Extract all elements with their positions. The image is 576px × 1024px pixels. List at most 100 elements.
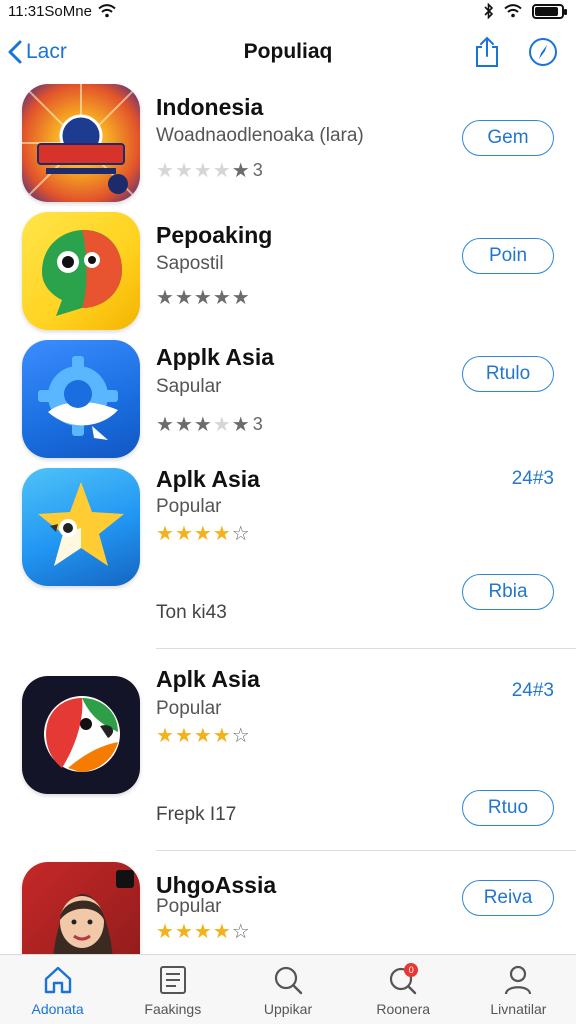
tab-messages[interactable]: 0 Roonera	[346, 955, 461, 1024]
rating: ★ ★ ★ ★ ★ 3	[156, 160, 263, 181]
star-icon: ★	[212, 287, 231, 309]
rating: ★ ★ ★ ★ ★ 3	[156, 414, 263, 435]
star-icon: ★	[174, 921, 193, 943]
divider	[156, 648, 576, 649]
list-item[interactable]: UhgoAssia Popular ★ ★ ★ ★ ☆ Reiva	[0, 862, 576, 954]
status-time: 11:31SoMne	[8, 2, 92, 20]
rating: ★ ★ ★ ★ ☆	[156, 726, 250, 746]
star-icon: ☆	[231, 725, 250, 747]
star-icon: ★	[193, 523, 212, 545]
app-subtitle: Popular	[156, 496, 222, 517]
star-icon: ★	[212, 413, 231, 436]
get-button[interactable]: Rtulo	[462, 356, 554, 392]
divider	[156, 850, 576, 851]
rating-count: 3	[252, 160, 263, 180]
back-button[interactable]: Lacr	[8, 40, 67, 64]
list-item[interactable]: Aplk Asia Popular ★ ★ ★ ★ ☆ 24#3 Frepk I17 R…	[0, 664, 576, 868]
star-icon: ★	[156, 287, 174, 309]
wifi-icon	[98, 4, 116, 18]
list-icon	[156, 963, 190, 997]
star-icon: ★	[212, 159, 231, 182]
chat-bird-icon[interactable]	[22, 212, 140, 330]
star-icon: ★	[193, 921, 212, 943]
star-icon: ★	[212, 523, 231, 545]
tab-label: Faakings	[144, 1001, 202, 1017]
rating-count: 3	[252, 414, 263, 434]
star-icon: ★	[174, 523, 193, 545]
portrait-icon[interactable]	[22, 862, 140, 954]
rating: ★ ★ ★ ★ ☆	[156, 524, 250, 544]
chat-search-icon: 0	[386, 963, 420, 997]
back-label: Lacr	[26, 40, 67, 63]
get-button[interactable]: Gem	[462, 120, 554, 156]
star-icon: ★	[231, 287, 250, 309]
battery-icon	[532, 3, 567, 19]
get-button[interactable]: Rbia	[462, 574, 554, 610]
tab-label: Adonata	[31, 1001, 84, 1017]
star-icon: ★	[193, 413, 212, 436]
star-icon: ★	[174, 287, 193, 309]
badge-burst-icon[interactable]	[22, 84, 140, 202]
tab-label: Roonera	[376, 1001, 431, 1017]
star-icon: ★	[174, 725, 193, 747]
star-icon: ★	[156, 159, 174, 182]
get-button[interactable]: Poin	[462, 238, 554, 274]
app-name: UhgoAssia	[156, 872, 277, 898]
star-icon: ☆	[231, 921, 250, 943]
star-icon: ★	[231, 413, 250, 436]
price-label: 24#3	[511, 680, 554, 701]
star-icon: ★	[156, 725, 174, 747]
app-subtitle: Popular	[156, 698, 222, 719]
star-icon: ★	[212, 725, 231, 747]
app-name: Indonesia	[156, 94, 264, 120]
tab-profile[interactable]: Livnatilar	[461, 955, 576, 1024]
gear-bird-icon[interactable]	[22, 340, 140, 458]
list-item[interactable]: Aplk Asia Popular ★ ★ ★ ★ ☆ 24#3 Ton ki43 Rb…	[0, 464, 576, 664]
home-icon	[41, 963, 75, 997]
star-icon: ★	[174, 159, 193, 182]
list-item[interactable]: Applk Asia Sapular ★ ★ ★ ★ ★ 3 Rtulo	[0, 334, 576, 464]
star-icon: ☆	[231, 523, 250, 545]
tab-label: Livnatilar	[490, 1001, 547, 1017]
tab-list[interactable]: Faakings	[115, 955, 230, 1024]
status-bar: 11:31SoMne	[0, 0, 576, 22]
star-icon: ★	[193, 287, 212, 309]
app-name: Aplk Asia	[156, 666, 260, 692]
person-icon	[501, 963, 535, 997]
app-name: Applk Asia	[156, 344, 275, 370]
get-button[interactable]: Reiva	[462, 880, 554, 916]
list-item[interactable]: Indonesia Woadnaodlenoaka (lara) ★ ★ ★ ★ ★ 3 …	[0, 78, 576, 206]
app-name: Aplk Asia	[156, 466, 260, 492]
price-label: 24#3	[511, 468, 554, 489]
tab-bar: Adonata Faakings Uppikar 0 Roonera Livna…	[0, 954, 576, 1024]
search-icon	[271, 963, 305, 997]
tab-home[interactable]: Adonata	[0, 955, 115, 1024]
parrot-icon[interactable]	[22, 676, 140, 794]
app-extra-info: Ton ki43	[156, 602, 227, 623]
star-icon: ★	[174, 413, 193, 436]
compass-icon[interactable]	[528, 37, 558, 67]
tab-search[interactable]: Uppikar	[230, 955, 345, 1024]
share-icon[interactable]	[474, 36, 500, 68]
app-list: Indonesia Woadnaodlenoaka (lara) ★ ★ ★ ★ ★ 3 …	[0, 78, 576, 954]
app-subtitle: Sapular	[156, 376, 222, 397]
chevron-left-icon	[8, 40, 22, 64]
list-item[interactable]: Pepoaking Sapostil ★ ★ ★ ★ ★ Poin	[0, 206, 576, 334]
app-subtitle: Woadnaodlenoaka (lara)	[156, 125, 364, 146]
app-extra-info: Frepk I17	[156, 804, 237, 825]
star-icon: ★	[156, 413, 174, 436]
star-icon: ★	[156, 523, 174, 545]
get-button[interactable]: Rtuo	[462, 790, 554, 826]
nav-bar: Lacr Populiaq	[0, 26, 576, 78]
star-icon: ★	[212, 921, 231, 943]
star-bird-icon[interactable]	[22, 468, 140, 586]
star-icon: ★	[156, 921, 174, 943]
star-icon: ★	[193, 725, 212, 747]
star-icon: ★	[193, 159, 212, 182]
app-subtitle: Popular	[156, 896, 222, 917]
bluetooth-icon	[484, 3, 494, 19]
star-icon: ★	[231, 159, 250, 182]
rating: ★ ★ ★ ★ ★	[156, 288, 250, 308]
wifi-icon	[504, 4, 522, 18]
rating: ★ ★ ★ ★ ☆	[156, 922, 250, 942]
